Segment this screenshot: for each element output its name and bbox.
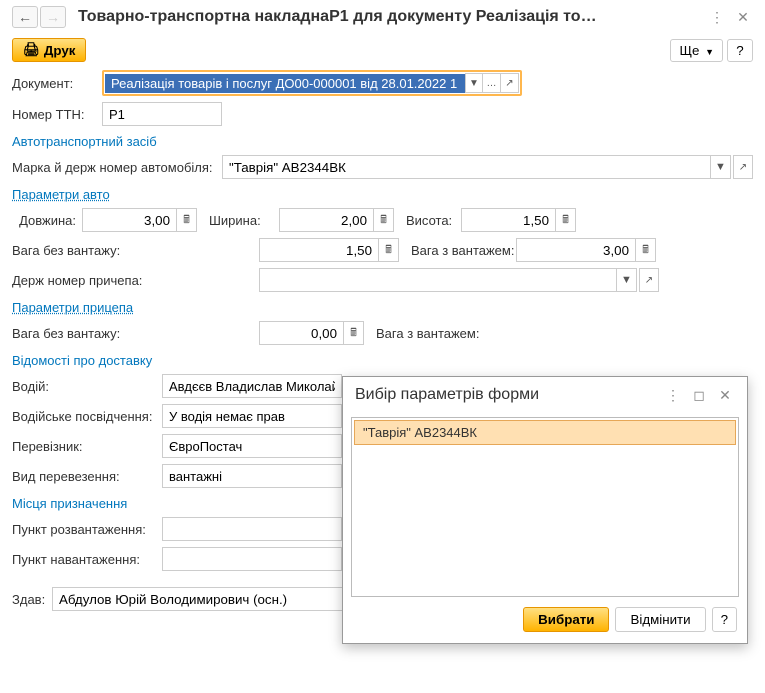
transport-type-input[interactable] xyxy=(162,464,342,488)
driver-input[interactable] xyxy=(162,374,342,398)
car-label: Марка й держ номер автомобіля: xyxy=(12,160,222,175)
chevron-down-icon: ▼ xyxy=(705,47,714,57)
trailer-input[interactable] xyxy=(259,268,617,292)
page-title: Товарно-транспортна накладнаР1 для докум… xyxy=(78,8,701,26)
open-icon[interactable]: ↗ xyxy=(733,155,753,179)
help-button[interactable]: ? xyxy=(727,39,753,62)
trailer-weight-empty-input[interactable] xyxy=(259,321,344,345)
length-label: Довжина: xyxy=(12,213,82,228)
doc-label: Документ: xyxy=(12,76,102,91)
calculator-icon[interactable]: 🖩 xyxy=(636,238,656,262)
license-label: Водійське посвідчення: xyxy=(12,409,162,424)
unload-input[interactable] xyxy=(162,517,342,541)
car-input[interactable] xyxy=(222,155,711,179)
load-label: Пункт навантаження: xyxy=(12,552,162,567)
print-label: Друк xyxy=(44,43,76,58)
forward-button[interactable]: → xyxy=(40,6,66,28)
chevron-down-icon[interactable]: ▼ xyxy=(465,73,483,93)
select-button[interactable]: Вибрати xyxy=(523,607,609,632)
ttn-input[interactable] xyxy=(102,102,222,126)
select-params-dialog: Вибір параметрів форми ⋮ ◻ ✕ "Таврія" АВ… xyxy=(342,376,748,644)
back-button[interactable]: ← xyxy=(12,6,38,28)
license-input[interactable] xyxy=(162,404,342,428)
trailer-weight-empty-label: Вага без вантажу: xyxy=(12,326,259,341)
more-button[interactable]: Ще ▼ xyxy=(670,39,723,62)
cancel-button[interactable]: Відмінити xyxy=(615,607,705,632)
close-icon[interactable]: ✕ xyxy=(733,7,753,27)
height-input[interactable] xyxy=(461,208,556,232)
section-auto: Автотранспортний засіб xyxy=(12,134,753,149)
dialog-title: Вибір параметрів форми xyxy=(355,386,657,404)
calculator-icon[interactable]: 🖩 xyxy=(556,208,576,232)
doc-field-wrapper: Реалізація товарів і послуг ДО00-000001 … xyxy=(102,70,522,96)
close-icon[interactable]: ✕ xyxy=(715,385,735,405)
driver-label: Водій: xyxy=(12,379,162,394)
kebab-menu-icon[interactable]: ⋮ xyxy=(663,385,683,405)
section-trailer-params[interactable]: Параметри прицепа xyxy=(12,300,753,315)
chevron-down-icon[interactable]: ▼ xyxy=(617,268,637,292)
width-input[interactable] xyxy=(279,208,374,232)
chevron-down-icon[interactable]: ▼ xyxy=(711,155,731,179)
weight-loaded-label: Вага з вантажем: xyxy=(411,243,516,258)
open-icon[interactable]: ↗ xyxy=(639,268,659,292)
weight-empty-input[interactable] xyxy=(259,238,379,262)
length-input[interactable] xyxy=(82,208,177,232)
section-auto-params[interactable]: Параметри авто xyxy=(12,187,753,202)
print-button[interactable]: 🖨 Друк xyxy=(12,38,86,62)
doc-value[interactable]: Реалізація товарів і послуг ДО00-000001 … xyxy=(105,74,465,93)
sender-label: Здав: xyxy=(12,592,52,607)
printer-icon: 🖨 xyxy=(23,42,40,58)
carrier-label: Перевізник: xyxy=(12,439,162,454)
unload-label: Пункт розвантаження: xyxy=(12,522,162,537)
maximize-icon[interactable]: ◻ xyxy=(689,385,709,405)
dialog-list: "Таврія" АВ2344ВК xyxy=(351,417,739,597)
ellipsis-icon[interactable]: … xyxy=(483,73,501,93)
trailer-weight-loaded-label: Вага з вантажем: xyxy=(376,326,481,341)
calculator-icon[interactable]: 🖩 xyxy=(374,208,394,232)
kebab-menu-icon[interactable]: ⋮ xyxy=(707,7,727,27)
weight-loaded-input[interactable] xyxy=(516,238,636,262)
transport-type-label: Вид перевезення: xyxy=(12,469,162,484)
weight-empty-label: Вага без вантажу: xyxy=(12,243,259,258)
ttn-label: Номер ТТН: xyxy=(12,107,102,122)
list-item[interactable]: "Таврія" АВ2344ВК xyxy=(354,420,736,445)
calculator-icon[interactable]: 🖩 xyxy=(379,238,399,262)
open-icon[interactable]: ↗ xyxy=(501,73,519,93)
load-input[interactable] xyxy=(162,547,342,571)
calculator-icon[interactable]: 🖩 xyxy=(177,208,197,232)
trailer-label: Держ номер причепа: xyxy=(12,273,259,288)
height-label: Висота: xyxy=(406,213,461,228)
section-delivery: Відомості про доставку xyxy=(12,353,753,368)
carrier-input[interactable] xyxy=(162,434,342,458)
help-button[interactable]: ? xyxy=(712,607,737,632)
calculator-icon[interactable]: 🖩 xyxy=(344,321,364,345)
width-label: Ширина: xyxy=(209,213,279,228)
